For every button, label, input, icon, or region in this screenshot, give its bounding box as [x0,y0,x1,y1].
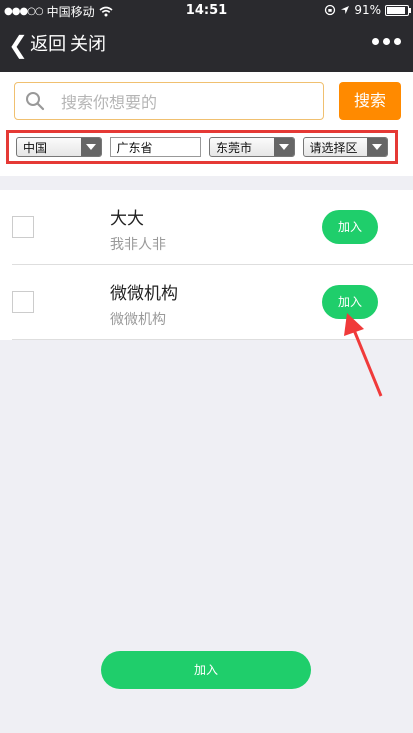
dropdown-arrow-icon [367,138,388,156]
search-button[interactable]: 搜索 [339,82,401,120]
search-icon [26,92,45,111]
item-description: 微微机构 [110,312,166,328]
back-label: 返回 [30,34,67,55]
item-checkbox[interactable] [12,216,34,238]
city-select-value: 东莞市 [215,141,252,155]
battery-percent: 91% [354,3,381,17]
location-icon [341,6,350,14]
district-select[interactable]: 请选择区 [302,137,389,157]
district-select-value: 请选择区 [309,141,358,155]
orientation-lock-icon [325,4,336,16]
item-checkbox[interactable] [12,291,34,313]
item-name: 大大 [110,209,144,229]
list-item: 大大 我非人非 加入 [12,190,413,265]
country-select[interactable]: 中国 [16,137,102,157]
status-right: 91% [324,3,411,17]
status-bar: ●●●○○ 中国移动 14:51 91% [0,0,413,20]
join-button[interactable]: 加入 [322,210,378,244]
list-item: 微微机构 微微机构 加入 [12,265,413,340]
item-name: 微微机构 [110,284,178,304]
item-description: 我非人非 [110,237,166,253]
battery-icon [385,4,411,16]
more-dot-icon [372,38,379,45]
nav-bar: ❮ 返回 关闭 [0,20,413,72]
back-button[interactable]: ❮ 返回 [8,32,66,58]
province-select-value: 广东省 [116,141,153,155]
chevron-left-icon: ❮ [8,31,29,59]
province-select[interactable]: 广东省 [109,137,201,157]
region-filter-row: 中国 广东省 东莞市 请选择区 [6,130,398,164]
country-select-value: 中国 [23,141,48,155]
search-area: 搜索 中国 广东省 东莞市 请选择区 [0,72,413,176]
organization-list: 大大 我非人非 加入 微微机构 微微机构 加入 [0,190,413,340]
more-dot-icon [383,38,390,45]
city-select[interactable]: 东莞市 [208,137,295,157]
dropdown-arrow-icon [80,138,101,156]
close-button[interactable]: 关闭 [70,32,106,58]
search-box [14,82,324,120]
search-input[interactable] [59,87,313,117]
dropdown-arrow-icon [273,138,294,156]
join-all-button[interactable]: 加入 [101,651,311,689]
more-dot-icon [394,38,401,45]
join-button[interactable]: 加入 [322,285,378,319]
more-menu-button[interactable] [372,38,401,45]
